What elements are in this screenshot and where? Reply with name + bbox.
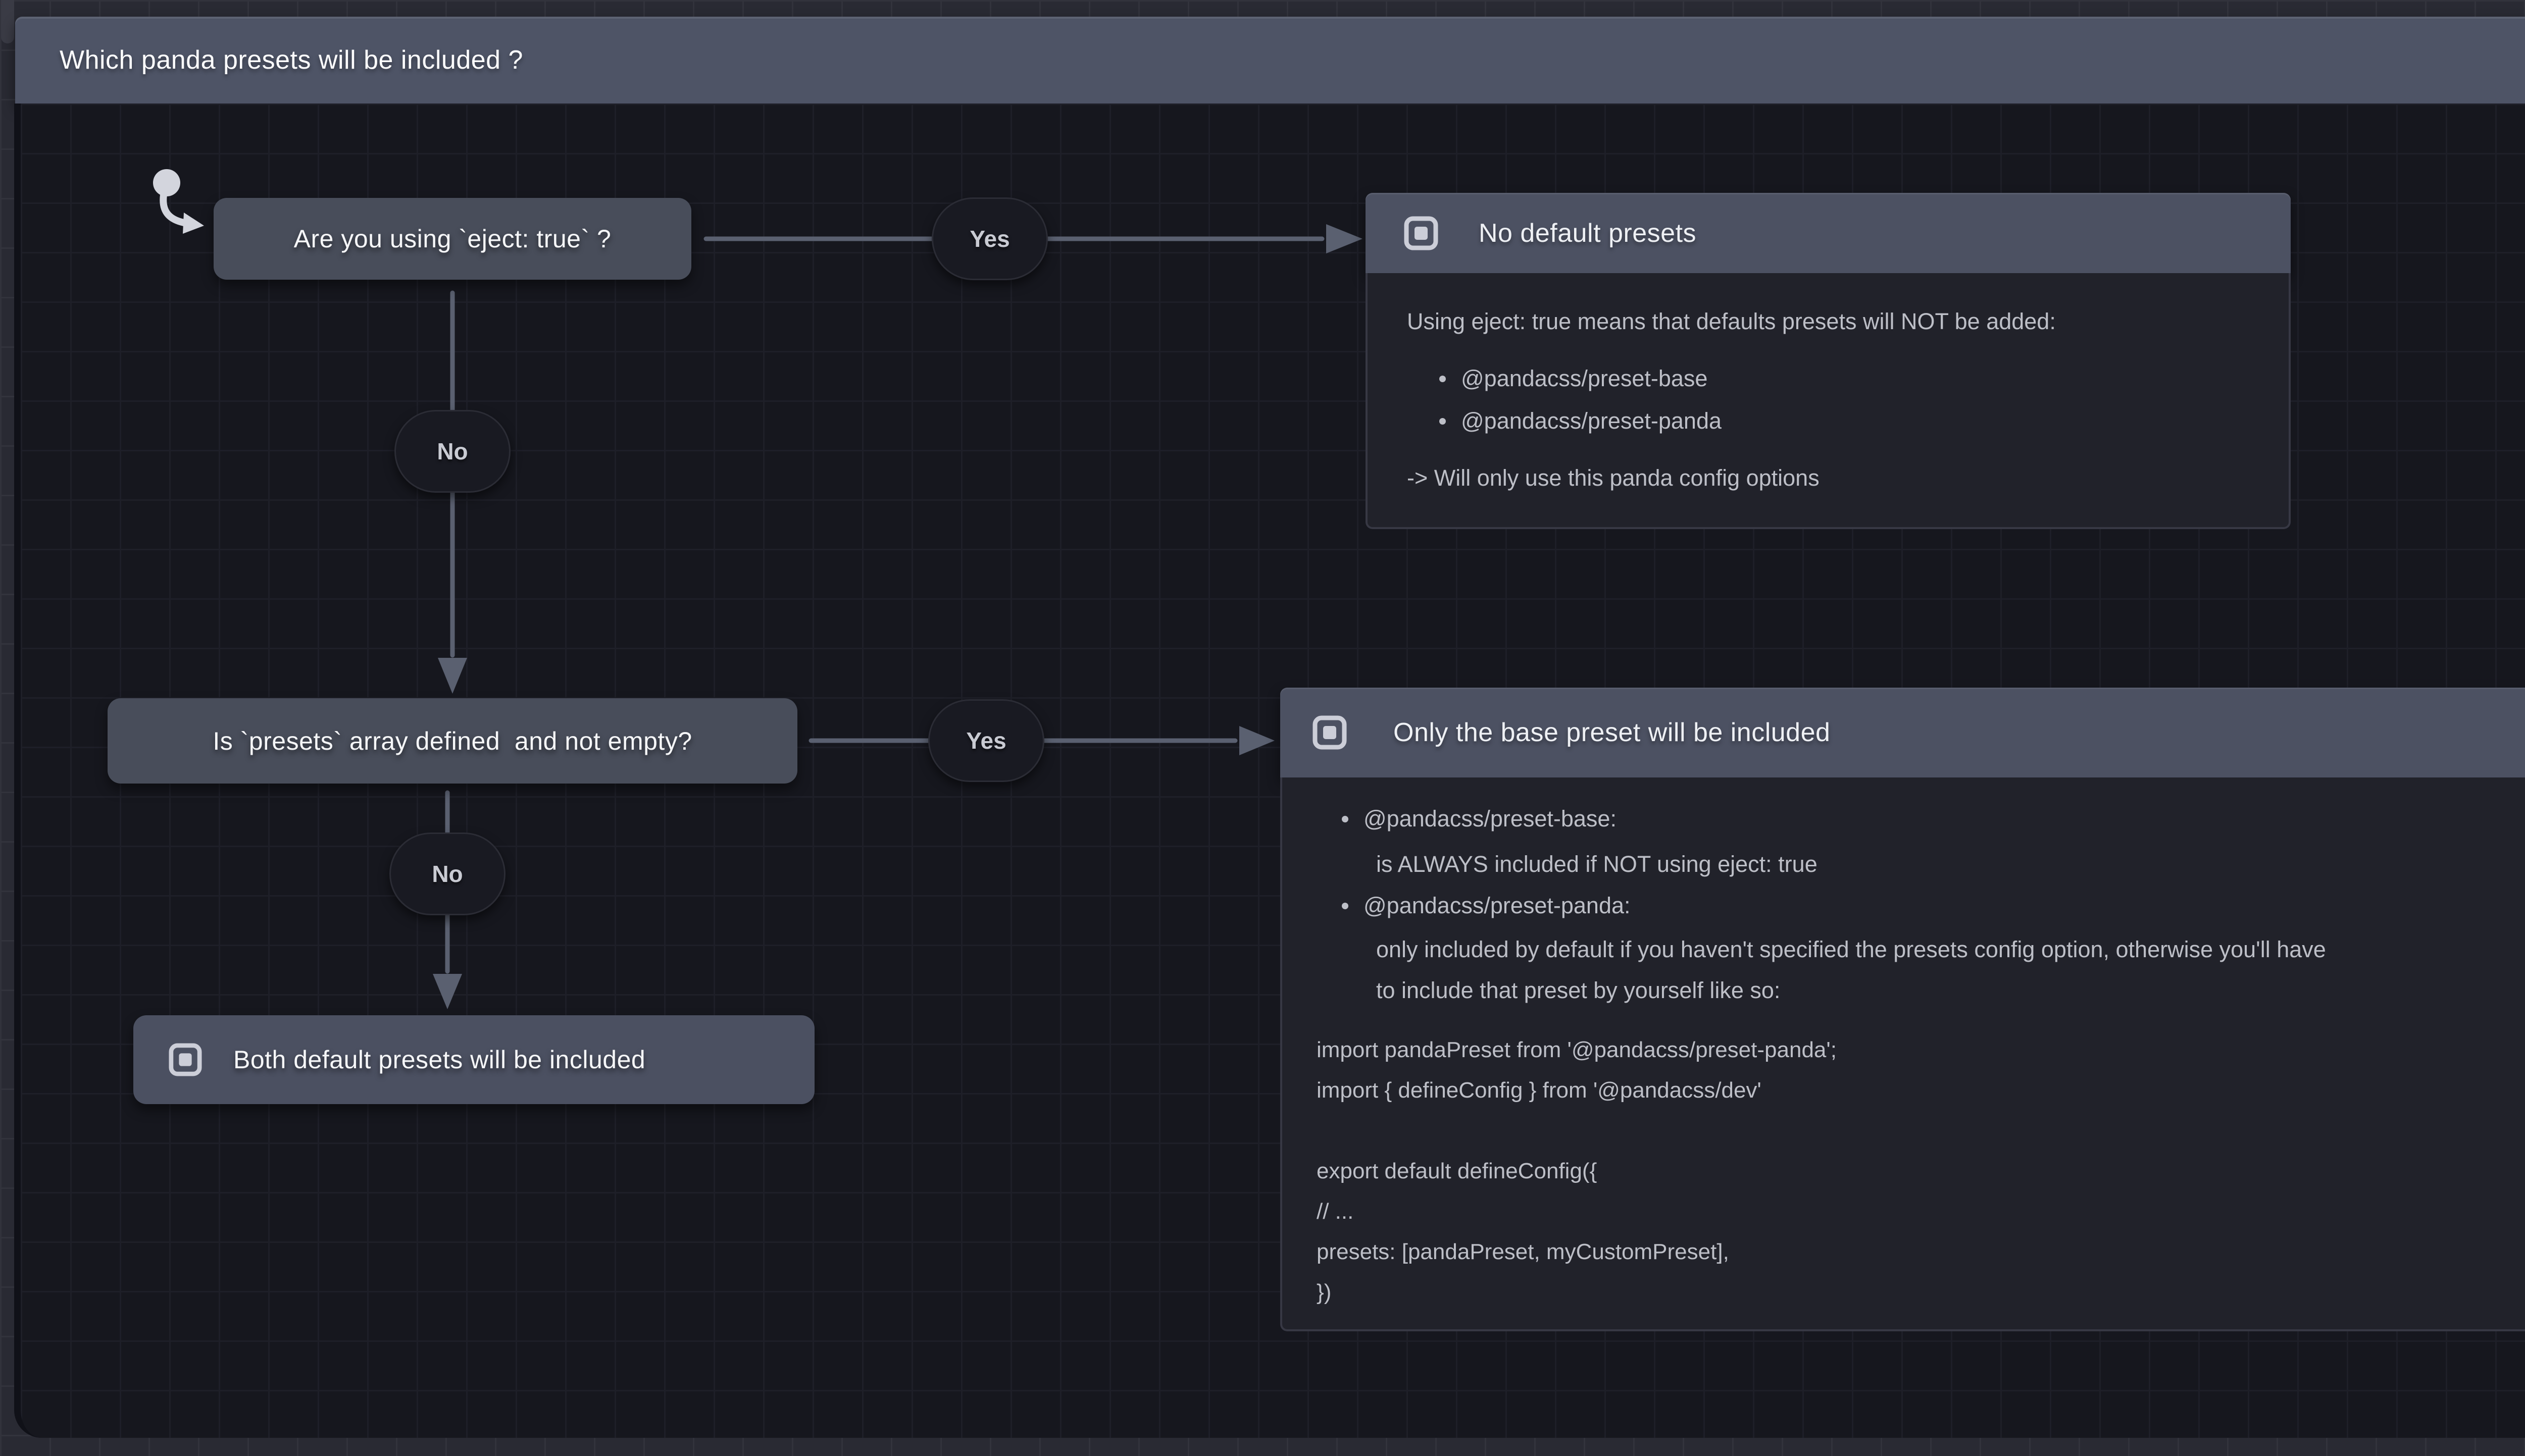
bullet-detail: to include that preset by yourself like … [1376, 976, 1780, 1005]
bullet-dot [1439, 376, 1446, 382]
bullet-detail: only included by default if you haven't … [1376, 935, 2326, 964]
intro-text: Using eject: true means that defaults pr… [1407, 307, 2056, 336]
edge-label-yes-1[interactable]: Yes [932, 197, 1048, 280]
frame-shape-icon [1404, 216, 1438, 250]
result-box-no-defaults-title: No default presets [1479, 218, 1696, 248]
edge-label-yes-2[interactable]: Yes [928, 699, 1044, 782]
outro-text: -> Will only use this panda config optio… [1407, 464, 1820, 492]
result-node-both[interactable]: Both default presets will be included [133, 1015, 815, 1104]
bullet-dot [1342, 903, 1348, 909]
result-box-no-defaults-body[interactable]: Using eject: true means that defaults pr… [1366, 273, 2291, 529]
arrowhead-no-1 [438, 658, 467, 694]
frame-shape-icon [1312, 715, 1347, 750]
decision-node-eject[interactable]: Are you using `eject: true` ? [214, 198, 691, 280]
result-box-base-only[interactable]: Only the base preset will be included @p… [1280, 688, 2525, 1331]
result-box-no-defaults-header[interactable]: No default presets [1366, 193, 2291, 273]
result-box-base-only-body[interactable]: @pandacss/preset-base: is ALWAYS include… [1280, 777, 2525, 1331]
edge-label-no-1[interactable]: No [394, 410, 511, 493]
arrowhead-yes-2 [1239, 726, 1275, 755]
result-box-base-only-title: Only the base preset will be included [1393, 717, 1830, 748]
code-line [1317, 1111, 1837, 1151]
decision-node-presets-label: Is `presets` array defined and not empty… [213, 726, 692, 756]
bullet-dot [1342, 816, 1348, 822]
arrowhead-yes-1 [1326, 224, 1362, 253]
code-line: // ... [1317, 1191, 1837, 1232]
code-line: import { defineConfig } from '@pandacss/… [1317, 1070, 1837, 1111]
code-block: import pandaPreset from '@pandacss/prese… [1317, 1030, 1837, 1313]
bullet-dot [1439, 418, 1446, 425]
frame-shape-icon [169, 1043, 202, 1076]
bullet-item: @pandacss/preset-panda: [1342, 893, 1631, 919]
code-line: presets: [pandaPreset, myCustomPreset], [1317, 1232, 1837, 1272]
code-line: export default defineConfig({ [1317, 1151, 1837, 1191]
code-line: import pandaPreset from '@pandacss/prese… [1317, 1030, 1837, 1070]
code-line: }) [1317, 1272, 1837, 1313]
bullet-detail: is ALWAYS included if NOT using eject: t… [1376, 850, 1817, 878]
bullet-item: @pandacss/preset-base: [1342, 806, 1617, 832]
decision-node-eject-label: Are you using `eject: true` ? [294, 224, 612, 253]
result-box-no-defaults[interactable]: No default presets Using eject: true mea… [1366, 193, 2291, 529]
result-node-both-label: Both default presets will be included [233, 1045, 645, 1074]
edge-label-no-2[interactable]: No [389, 833, 506, 915]
bullet-item: @pandacss/preset-panda [1439, 408, 1722, 434]
decision-node-presets[interactable]: Is `presets` array defined and not empty… [108, 698, 797, 784]
result-box-base-only-header[interactable]: Only the base preset will be included [1280, 688, 2525, 777]
diagram-outer-canvas[interactable]: Which panda presets will be included ? A… [0, 0, 2525, 1456]
bullet-item: @pandacss/preset-base [1439, 366, 1707, 392]
arrowhead-no-2 [433, 974, 462, 1009]
